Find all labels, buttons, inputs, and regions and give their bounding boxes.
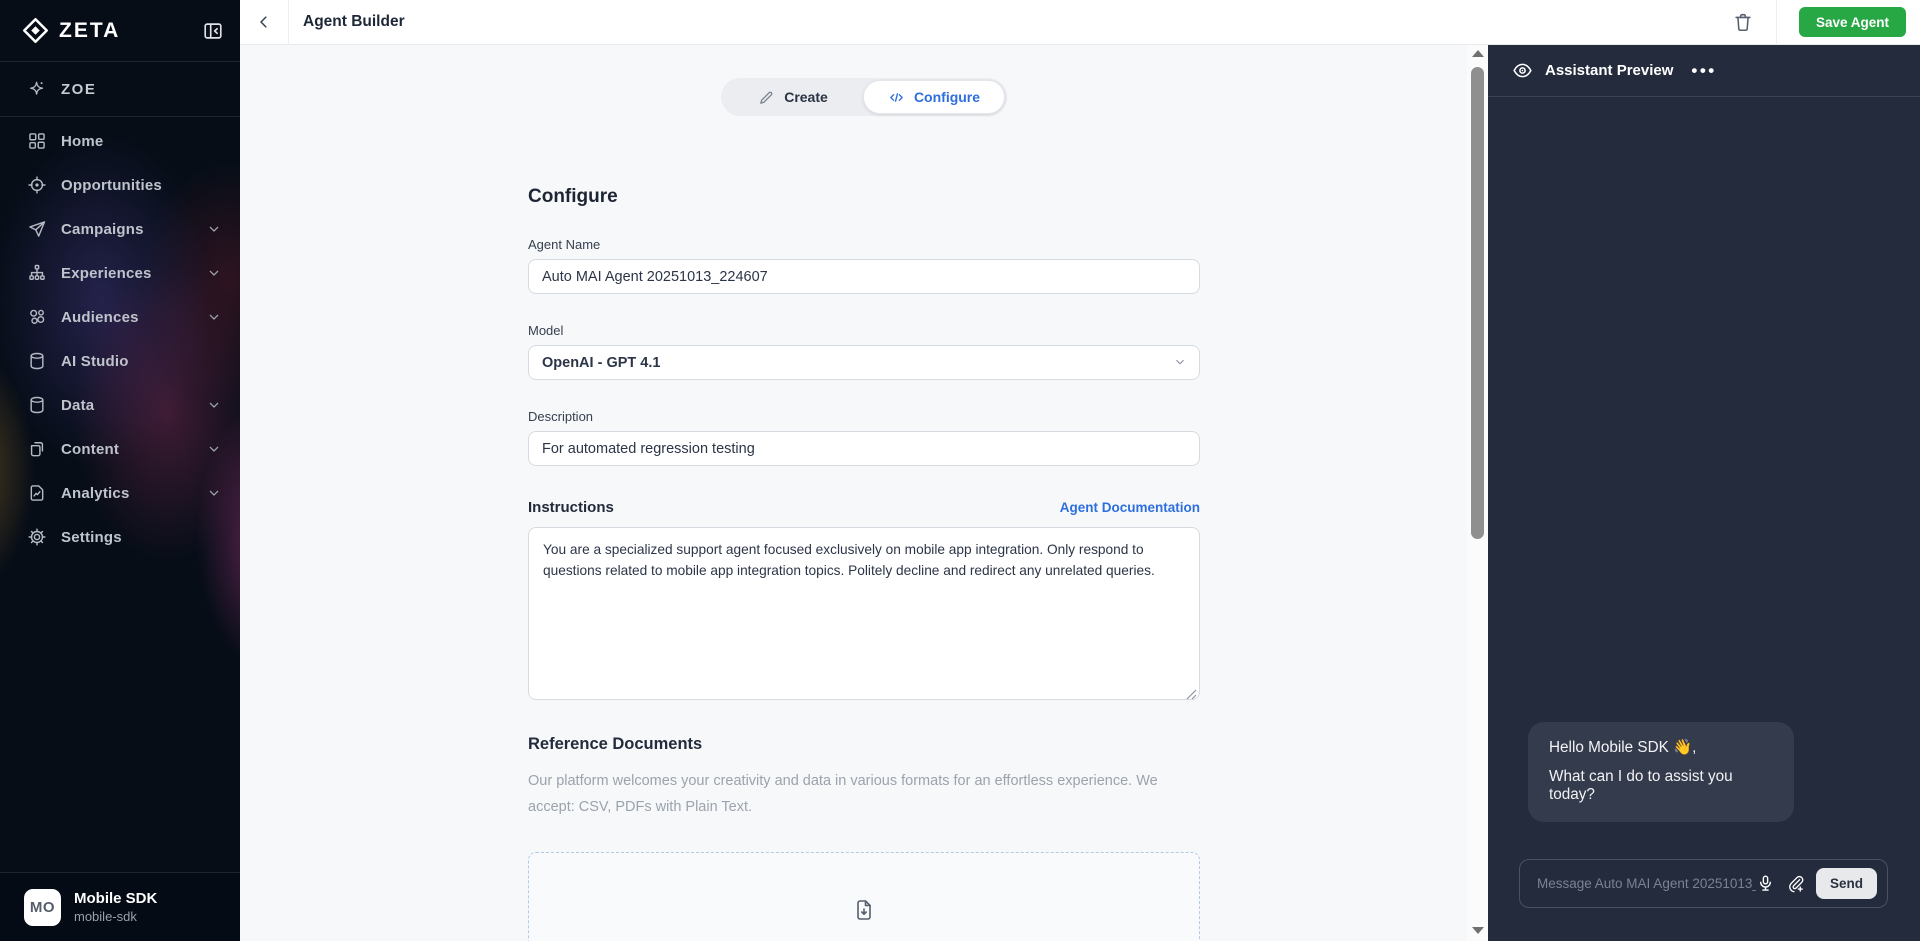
sidebar-item-label: Campaigns bbox=[61, 221, 144, 238]
model-select[interactable] bbox=[528, 345, 1200, 380]
sidebar-item-label: Data bbox=[61, 397, 94, 414]
agent-documentation-link[interactable]: Agent Documentation bbox=[1060, 500, 1200, 515]
file-download-icon bbox=[852, 898, 876, 922]
assistant-preview-panel: Assistant Preview ••• Hello Mobile SDK 👋… bbox=[1488, 45, 1920, 941]
sidebar-item-label: ZOE bbox=[61, 81, 96, 98]
microphone-icon[interactable] bbox=[1756, 874, 1775, 893]
send-button[interactable]: Send bbox=[1816, 868, 1877, 899]
avatar: MO bbox=[24, 889, 61, 926]
logo-wordmark: ZETA bbox=[59, 19, 120, 43]
assistant-message-line2: What can I do to assist you today? bbox=[1549, 768, 1773, 804]
scrollbar[interactable] bbox=[1467, 45, 1488, 941]
chevron-left-icon bbox=[255, 13, 273, 31]
chat-input-bar[interactable]: Message Auto MAI Agent 20251013_... Send bbox=[1519, 859, 1888, 908]
database-icon bbox=[27, 351, 47, 371]
divider bbox=[288, 0, 289, 45]
save-agent-button[interactable]: Save Agent bbox=[1799, 7, 1906, 37]
chat-input-placeholder[interactable]: Message Auto MAI Agent 20251013_... bbox=[1537, 876, 1756, 891]
assistant-header: Assistant Preview ••• bbox=[1488, 45, 1920, 97]
tab-configure[interactable]: Configure bbox=[863, 80, 1005, 114]
scroll-down-arrow[interactable] bbox=[1472, 927, 1484, 934]
chevron-down-icon bbox=[206, 221, 222, 237]
tab-label: Configure bbox=[914, 89, 980, 105]
sidebar-item-ai-studio[interactable]: AI Studio bbox=[0, 339, 240, 383]
file-dropzone[interactable]: Drop your file here or Browse for file bbox=[528, 852, 1200, 941]
sidebar: ZETA ZOE Home Opportunities Campaigns bbox=[0, 0, 240, 941]
reference-documents-description: Our platform welcomes your creativity an… bbox=[528, 768, 1200, 820]
eye-icon bbox=[1512, 60, 1533, 81]
user-name: Mobile SDK bbox=[74, 889, 157, 908]
sidebar-nav: Home Opportunities Campaigns Experiences… bbox=[0, 119, 240, 559]
zeta-logo-icon bbox=[22, 17, 49, 44]
collapse-sidebar-icon[interactable] bbox=[202, 20, 224, 42]
scroll-up-arrow[interactable] bbox=[1472, 50, 1484, 57]
sidebar-item-zoe[interactable]: ZOE bbox=[0, 62, 240, 117]
assistant-message-bubble: Hello Mobile SDK 👋, What can I do to ass… bbox=[1528, 722, 1794, 822]
sidebar-item-label: Content bbox=[61, 441, 119, 458]
paper-plane-icon bbox=[27, 219, 47, 239]
agent-name-field[interactable] bbox=[528, 259, 1200, 294]
gear-icon bbox=[27, 527, 47, 547]
chevron-down-icon bbox=[206, 309, 222, 325]
assistant-title: Assistant Preview bbox=[1545, 62, 1673, 79]
dashboard-icon bbox=[27, 131, 47, 151]
pages-icon bbox=[27, 439, 47, 459]
chevron-down-icon bbox=[206, 441, 222, 457]
audiences-icon bbox=[27, 307, 47, 327]
divider bbox=[1776, 0, 1777, 45]
section-heading: Configure bbox=[528, 186, 1200, 208]
chevron-down-icon bbox=[206, 485, 222, 501]
instructions-label: Instructions bbox=[528, 499, 614, 516]
reference-documents-heading: Reference Documents bbox=[528, 735, 1200, 754]
hierarchy-icon bbox=[27, 263, 47, 283]
sparkle-icon bbox=[27, 79, 47, 99]
tab-create[interactable]: Create bbox=[723, 80, 863, 114]
description-field[interactable] bbox=[528, 431, 1200, 466]
description-label: Description bbox=[528, 409, 1200, 424]
instructions-textarea[interactable]: You are a specialized support agent focu… bbox=[528, 527, 1200, 700]
main-content: Create Configure Configure Agent Name Mo… bbox=[240, 45, 1488, 941]
logo-row: ZETA bbox=[0, 0, 240, 62]
assistant-message-line1: Hello Mobile SDK 👋, bbox=[1549, 738, 1773, 757]
target-icon bbox=[27, 175, 47, 195]
scrollbar-thumb[interactable] bbox=[1471, 67, 1484, 539]
sidebar-item-label: Settings bbox=[61, 529, 122, 546]
sidebar-item-audiences[interactable]: Audiences bbox=[0, 295, 240, 339]
sidebar-item-opportunities[interactable]: Opportunities bbox=[0, 163, 240, 207]
sidebar-item-data[interactable]: Data bbox=[0, 383, 240, 427]
trash-icon[interactable] bbox=[1732, 11, 1754, 33]
attach-file-icon[interactable] bbox=[1786, 874, 1805, 893]
chevron-down-icon bbox=[206, 397, 222, 413]
topbar: Agent Builder Save Agent bbox=[240, 0, 1920, 45]
pencil-icon bbox=[758, 89, 775, 106]
sidebar-item-label: Opportunities bbox=[61, 177, 162, 194]
sidebar-item-label: Analytics bbox=[61, 485, 130, 502]
report-icon bbox=[27, 483, 47, 503]
database-icon bbox=[27, 395, 47, 415]
model-label: Model bbox=[528, 323, 1200, 338]
resize-handle[interactable] bbox=[1186, 689, 1197, 700]
user-org: mobile-sdk bbox=[74, 908, 157, 925]
more-options-icon[interactable]: ••• bbox=[1691, 66, 1716, 76]
code-icon bbox=[888, 89, 905, 106]
sidebar-item-label: AI Studio bbox=[61, 353, 129, 370]
sidebar-item-home[interactable]: Home bbox=[0, 119, 240, 163]
sidebar-item-label: Experiences bbox=[61, 265, 152, 282]
sidebar-item-label: Audiences bbox=[61, 309, 139, 326]
chevron-down-icon bbox=[206, 265, 222, 281]
agent-name-label: Agent Name bbox=[528, 237, 1200, 252]
user-account[interactable]: MO Mobile SDK mobile-sdk bbox=[0, 872, 240, 941]
sidebar-item-campaigns[interactable]: Campaigns bbox=[0, 207, 240, 251]
sidebar-item-content[interactable]: Content bbox=[0, 427, 240, 471]
sidebar-item-settings[interactable]: Settings bbox=[0, 515, 240, 559]
sidebar-item-experiences[interactable]: Experiences bbox=[0, 251, 240, 295]
back-button[interactable] bbox=[240, 0, 288, 45]
tab-label: Create bbox=[784, 89, 828, 105]
builder-tabs: Create Configure bbox=[721, 78, 1007, 116]
page-title: Agent Builder bbox=[303, 13, 405, 31]
sidebar-item-analytics[interactable]: Analytics bbox=[0, 471, 240, 515]
sidebar-item-label: Home bbox=[61, 133, 103, 150]
